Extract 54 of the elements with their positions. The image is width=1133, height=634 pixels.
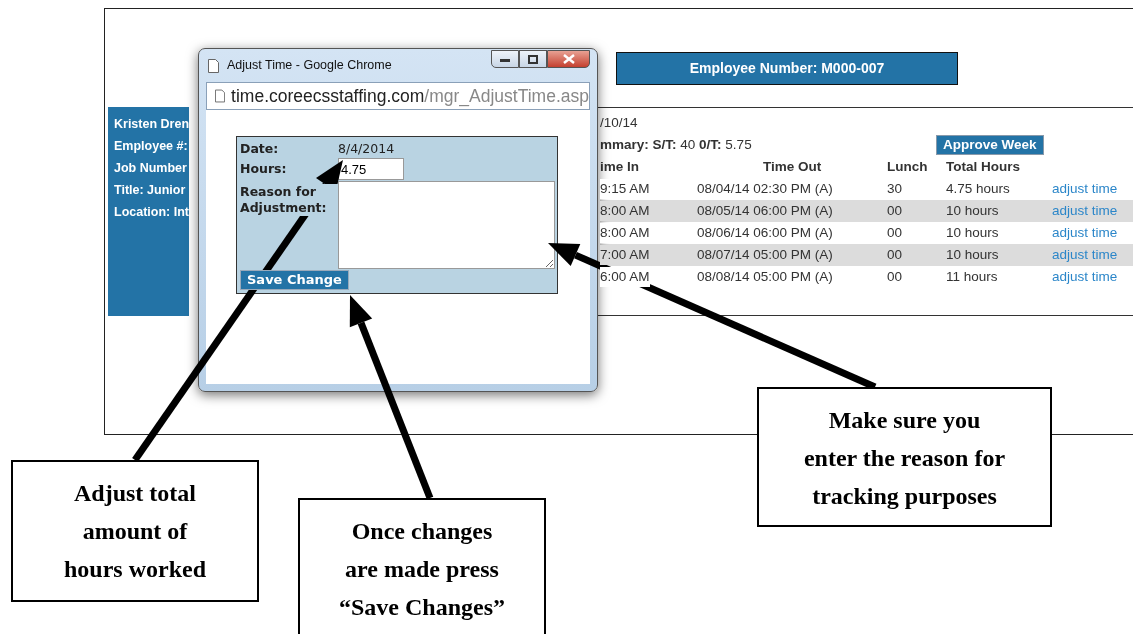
hours-input[interactable]: 4.75 (338, 158, 404, 180)
maximize-button[interactable] (519, 50, 547, 68)
minimize-button[interactable] (491, 50, 519, 68)
table-cell-text: 00 (887, 201, 904, 220)
employee-info-text: Job Number (114, 160, 188, 177)
table-cell-text: 00 (887, 245, 904, 264)
adjust-time-link[interactable]: adjust time (1052, 200, 1118, 222)
table-cell-text: 08/05/14 06:00 PM (A) (697, 201, 834, 220)
table-cell-text: 10 hours (946, 201, 1000, 220)
column-header: Total Hours (946, 157, 1022, 176)
callout-box: Make sure you enter the reason for tracking purposes (757, 387, 1052, 527)
minimize-icon (500, 56, 510, 62)
table-cell-text: 00 (887, 267, 904, 286)
table-cell-text: 30 (887, 179, 904, 198)
page-icon (215, 89, 226, 103)
table-cell-text: 08/07/14 05:00 PM (A) (697, 245, 834, 264)
table-cell-text: 11 hours (946, 267, 999, 286)
table-cell: 6:00 AM (600, 266, 650, 288)
field-label: Reason for Adjustment: (240, 184, 338, 216)
url-text: time.coreecsstaffing.com/mgr_AdjustTime.asp (231, 84, 589, 109)
column-header: Lunch (887, 157, 929, 176)
employee-info-text: Location: Int (114, 204, 190, 221)
adjust-time-link[interactable]: adjust time (1052, 266, 1118, 288)
window-title: Adjust Time - Google Chrome (227, 57, 392, 75)
table-cell-text: 10 hours (946, 245, 1000, 264)
table-cell-text: 08/06/14 06:00 PM (A) (697, 223, 834, 242)
close-button[interactable] (547, 50, 590, 68)
table-cell-text: 08/04/14 02:30 PM (A) (697, 179, 834, 198)
adjust-time-link[interactable]: adjust time (1052, 222, 1118, 244)
employee-number-bar: Employee Number: M000-007 (616, 52, 958, 85)
employee-info-text: Kristen Dren (114, 116, 190, 133)
employee-info-text: Employee #: (114, 138, 189, 155)
table-cell-text: 00 (887, 223, 904, 242)
table-cell-text: 10 hours (946, 223, 1000, 242)
column-header: ime In (600, 157, 641, 176)
maximize-icon (528, 54, 538, 64)
address-bar[interactable]: time.coreecsstaffing.com/mgr_AdjustTime.asp (206, 82, 590, 110)
page-icon (208, 58, 219, 73)
approve-week-button[interactable]: Approve Week (936, 135, 1044, 155)
close-icon (562, 54, 575, 64)
employee-info-text: Title: Junior (114, 182, 187, 199)
date-value: 8/4/2014 (338, 141, 396, 157)
reason-textarea[interactable] (338, 181, 555, 269)
field-label: Hours: (240, 161, 288, 177)
field-label: Date: (240, 141, 280, 157)
table-cell-text: 4.75 hours (946, 179, 1011, 198)
table-cell-text: 08/08/14 05:00 PM (A) (697, 267, 834, 286)
week-date: /10/14 (600, 114, 638, 132)
callout-box: Adjust total amount of hours worked (11, 460, 259, 602)
adjust-time-link[interactable]: adjust time (1052, 178, 1118, 200)
column-header: Time Out (762, 157, 822, 176)
callout-box: Once changes are made press “Save Changes” (298, 498, 546, 634)
adjust-time-link[interactable]: adjust time (1052, 244, 1118, 266)
save-button[interactable]: Save Change (240, 270, 349, 290)
